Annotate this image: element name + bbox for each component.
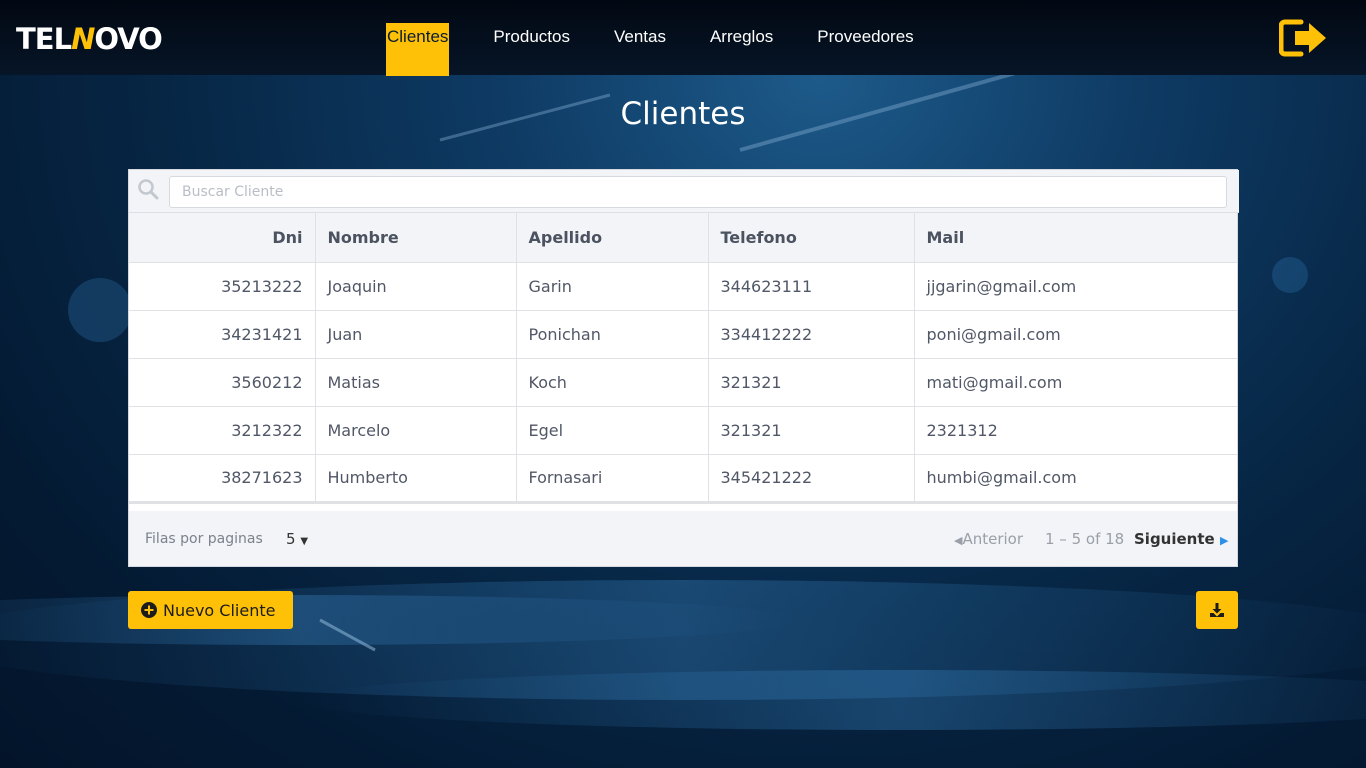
table-row[interactable]: 3212322 Marcelo Egel 321321 2321312 [129,406,1237,455]
column-header-mail[interactable]: Mail [914,213,1237,263]
cell-telefono: 344623111 [708,262,915,311]
column-header-apellido[interactable]: Apellido [516,213,709,263]
cell-dni: 3212322 [129,406,316,455]
chevron-right-icon: ▶ [1219,534,1229,547]
cell-apellido: Koch [516,358,709,407]
cell-dni: 38271623 [129,454,316,504]
next-page-label: Siguiente [1134,530,1215,548]
clients-table-card: Dni Nombre Apellido Telefono Mail 352132… [128,169,1239,567]
cell-telefono: 321321 [708,406,915,455]
next-page-button[interactable]: Siguiente ▶ [1134,530,1228,548]
cell-apellido: Fornasari [516,454,709,504]
cell-nombre: Marcelo [315,406,517,455]
column-header-dni[interactable]: Dni [129,213,316,263]
previous-page-button[interactable]: ◀Anterior [954,530,1023,548]
cell-mail: poni@gmail.com [914,310,1237,359]
cell-dni: 35213222 [129,262,316,311]
search-input[interactable] [169,176,1227,208]
cell-mail: 2321312 [914,406,1237,455]
brand-logo[interactable]: TEL N OVO [16,20,163,58]
cell-telefono: 321321 [708,358,915,407]
nav-item-productos[interactable]: Productos [492,23,570,76]
plus-circle-icon [141,602,157,618]
nav-item-clientes[interactable]: Clientes [386,23,450,76]
search-bar [129,170,1239,213]
cell-apellido: Garin [516,262,709,311]
table-row[interactable]: 35213222 Joaquin Garin 344623111 jjgarin… [129,262,1237,311]
rows-per-page-select[interactable]: 5 ▼ [286,530,308,548]
cell-mail: jjgarin@gmail.com [914,262,1237,311]
cell-apellido: Egel [516,406,709,455]
cell-mail: humbi@gmail.com [914,454,1237,504]
nav-menu: Clientes Productos Ventas Arreglos Prove… [386,23,957,76]
nav-item-proveedores[interactable]: Proveedores [816,23,913,76]
pagination-bar: Filas por paginas 5 ▼ ◀Anterior 1 – 5 of… [129,511,1237,566]
page-range: 1 – 5 of 18 [1045,530,1125,548]
cell-nombre: Joaquin [315,262,517,311]
logout-icon[interactable] [1279,18,1329,58]
page-title: Clientes [620,96,746,132]
column-header-nombre[interactable]: Nombre [315,213,517,263]
cell-nombre: Humberto [315,454,517,504]
nav-item-arreglos[interactable]: Arreglos [709,23,773,76]
cell-dni: 3560212 [129,358,316,407]
top-navbar: TEL N OVO Clientes Productos Ventas Arregl… [0,0,1366,76]
cell-apellido: Ponichan [516,310,709,359]
download-icon [1210,603,1224,617]
cell-nombre: Matias [315,358,517,407]
cell-telefono: 334412222 [708,310,915,359]
new-client-label: Nuevo Cliente [163,600,276,620]
cell-dni: 34231421 [129,310,316,359]
search-icon [138,179,159,200]
cell-nombre: Juan [315,310,517,359]
cell-mail: mati@gmail.com [914,358,1237,407]
table-row[interactable]: 3560212 Matias Koch 321321 mati@gmail.co… [129,358,1237,407]
rows-per-page-label: Filas por paginas [145,531,263,547]
previous-page-label: Anterior [962,530,1024,548]
rows-per-page-value: 5 [286,530,296,548]
table-row[interactable]: 38271623 Humberto Fornasari 345421222 hu… [129,454,1237,504]
new-client-button[interactable]: Nuevo Cliente [128,591,293,629]
column-header-telefono[interactable]: Telefono [708,213,915,263]
caret-down-icon: ▼ [300,536,309,547]
clients-table: Dni Nombre Apellido Telefono Mail 352132… [129,213,1237,504]
cell-telefono: 345421222 [708,454,915,504]
download-button[interactable] [1196,591,1238,629]
table-row[interactable]: 34231421 Juan Ponichan 334412222 poni@gm… [129,310,1237,359]
nav-item-ventas[interactable]: Ventas [613,23,666,76]
table-header-row: Dni Nombre Apellido Telefono Mail [129,213,1237,263]
